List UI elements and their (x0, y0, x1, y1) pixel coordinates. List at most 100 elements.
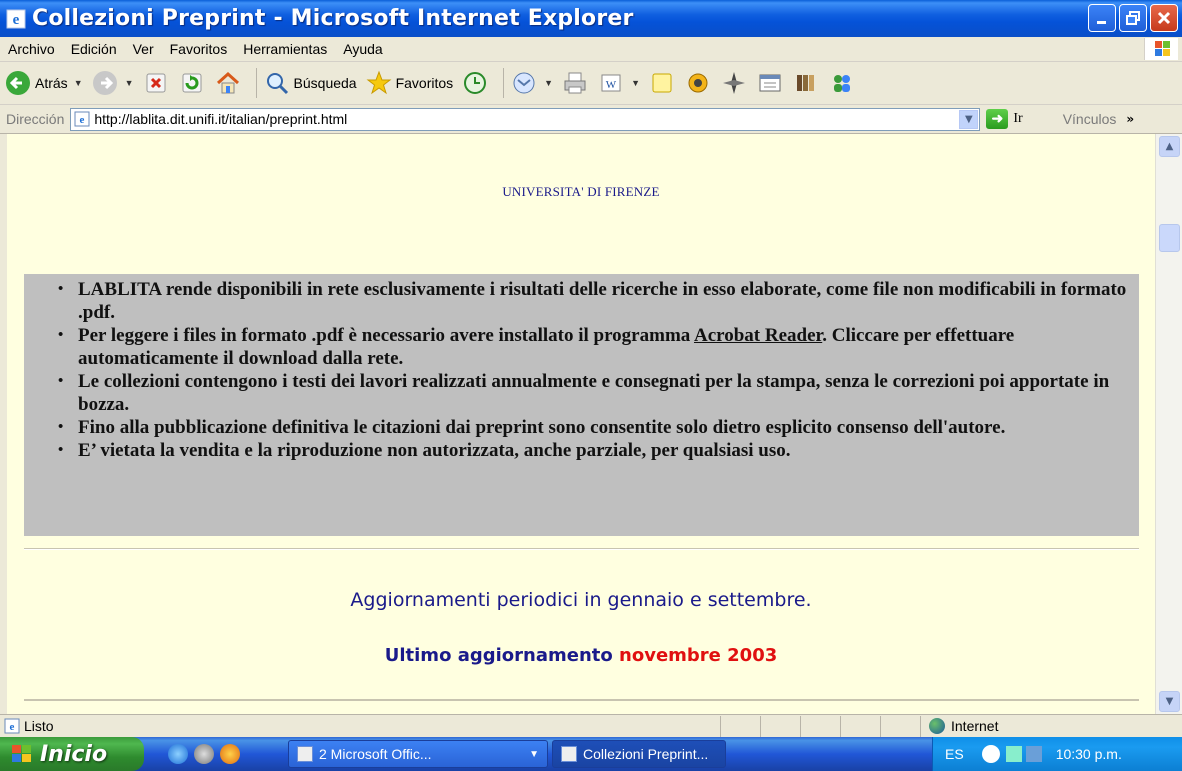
vertical-scrollbar[interactable]: ▲ ▼ (1155, 134, 1182, 714)
address-input[interactable]: e http://lablita.dit.unifi.it/italian/pr… (70, 107, 981, 131)
language-indicator[interactable]: ES (945, 746, 964, 762)
divider (24, 548, 1139, 550)
menu-bar: Archivo Edición Ver Favoritos Herramient… (0, 37, 1182, 62)
address-bar: Dirección e http://lablita.dit.unifi.it/… (0, 105, 1182, 134)
start-button[interactable]: Inicio (0, 737, 144, 771)
address-url: http://lablita.dit.unifi.it/italian/prep… (94, 111, 348, 127)
toolbar-separator (503, 68, 505, 98)
list-item: LABLITA rende disponibili in rete esclus… (58, 278, 1139, 324)
status-cell (760, 715, 800, 737)
status-cell (720, 715, 760, 737)
clock[interactable]: 10:30 p.m. (1056, 746, 1122, 762)
back-button[interactable]: Atrás ▼ (4, 69, 83, 97)
search-button[interactable]: Búsqueda (263, 69, 357, 97)
list-item: E’ vietata la vendita e la riproduzione … (58, 439, 1139, 462)
edit-dropdown-icon[interactable]: ▼ (631, 78, 640, 88)
task-word[interactable]: 2 Microsoft Offic... ▼ (288, 740, 548, 768)
research-button[interactable] (720, 69, 748, 97)
zone-label: Internet (951, 718, 999, 734)
desktop-quicklaunch-icon[interactable] (194, 744, 214, 764)
window-title-bar[interactable]: e Collezioni Preprint - Microsoft Intern… (0, 0, 1182, 37)
mail-icon (513, 72, 535, 94)
go-button[interactable]: ➜ Ir (986, 109, 1023, 129)
print-icon (564, 72, 586, 94)
minimize-icon (1097, 21, 1106, 24)
media-quicklaunch-icon[interactable] (220, 744, 240, 764)
status-text: Listo (24, 718, 54, 734)
scroll-thumb[interactable] (1159, 224, 1180, 252)
refresh-button[interactable] (178, 69, 206, 97)
calendar-icon (759, 74, 781, 92)
maximize-button[interactable] (1119, 4, 1147, 32)
task-group-dropdown-icon: ▼ (529, 748, 539, 760)
minimize-button[interactable] (1088, 4, 1116, 32)
show-hidden-icons-icon[interactable] (981, 745, 1000, 763)
last-update-text: Ultimo aggiornamento novembre 2003 (7, 645, 1155, 666)
mail-dropdown-icon[interactable]: ▼ (544, 78, 553, 88)
messenger-button[interactable] (684, 69, 712, 97)
task-collezioni[interactable]: Collezioni Preprint... (552, 740, 726, 768)
forward-button[interactable]: ▼ (91, 69, 134, 97)
word-edit-icon: W (601, 74, 621, 92)
search-icon (266, 73, 288, 95)
last-update-date: novembre 2003 (619, 645, 778, 666)
history-button[interactable] (461, 69, 489, 97)
home-button[interactable] (214, 69, 242, 97)
ie-page-icon: e (74, 111, 90, 127)
discuss-button[interactable] (648, 69, 676, 97)
notice-list: LABLITA rende disponibili in rete esclus… (24, 274, 1139, 462)
list-item: Fino alla pubblicazione definitiva le ci… (58, 416, 1139, 439)
connection-tray-icon[interactable] (1025, 746, 1042, 762)
start-label: Inicio (40, 741, 108, 767)
contacts-button[interactable] (828, 69, 856, 97)
menu-archivo[interactable]: Archivo (0, 41, 63, 57)
close-button[interactable] (1150, 4, 1178, 32)
books-icon (797, 75, 815, 91)
status-cell (800, 715, 840, 737)
menu-ayuda[interactable]: Ayuda (335, 41, 390, 57)
media-button[interactable] (792, 69, 820, 97)
globe-icon (929, 718, 945, 734)
scroll-down-icon[interactable]: ▼ (1159, 691, 1180, 712)
windows-flag-icon (12, 745, 31, 762)
print-button[interactable] (561, 69, 589, 97)
task-label: 2 Microsoft Offic... (319, 746, 432, 762)
menu-ver[interactable]: Ver (125, 41, 162, 57)
back-dropdown-icon[interactable]: ▼ (74, 78, 83, 88)
taskbar: Inicio 2 Microsoft Offic... ▼ Collezioni… (0, 737, 1182, 771)
periodic-update-text: Aggiornamenti periodici in gennaio e set… (350, 589, 812, 611)
home-icon (216, 71, 239, 94)
notice-text: Per leggere i files in formato .pdf è ne… (78, 325, 694, 346)
links-label[interactable]: Vínculos (1063, 111, 1117, 127)
windows-flag-icon (1155, 41, 1170, 56)
menu-favoritos[interactable]: Favoritos (162, 41, 236, 57)
ie-quicklaunch-icon[interactable] (168, 744, 188, 764)
go-label: Ir (1013, 111, 1023, 126)
internet-explorer-icon: e (6, 9, 26, 28)
chevron-right-icon[interactable]: » (1126, 112, 1134, 126)
scroll-up-icon[interactable]: ▲ (1159, 136, 1180, 157)
back-label: Atrás (35, 75, 68, 91)
mail-button[interactable]: ▼ (510, 69, 553, 97)
forward-dropdown-icon[interactable]: ▼ (125, 78, 134, 88)
menu-edicion[interactable]: Edición (63, 41, 125, 57)
menu-herramientas[interactable]: Herramientas (235, 41, 335, 57)
address-dropdown-icon[interactable]: ▼ (959, 109, 979, 129)
list-item: Le collezioni contengono i testi dei lav… (58, 370, 1139, 416)
acrobat-reader-link[interactable]: Acrobat Reader (694, 325, 822, 346)
edit-button[interactable]: W ▼ (597, 69, 640, 97)
svg-text:W: W (606, 79, 617, 91)
sun-gear-icon (688, 73, 708, 93)
stop-button[interactable] (142, 69, 170, 97)
security-zone[interactable]: Internet (920, 715, 1180, 737)
address-label: Dirección (6, 111, 65, 127)
go-arrow-icon: ➜ (986, 109, 1009, 129)
divider (24, 699, 1139, 701)
network-tray-icon[interactable] (1005, 746, 1022, 762)
favorites-button[interactable]: Favoritos (365, 69, 453, 97)
calendar-button[interactable] (756, 69, 784, 97)
word-icon (297, 746, 313, 762)
last-update-label: Ultimo aggiornamento (384, 645, 613, 666)
svg-text:e: e (13, 12, 20, 28)
people-icon (834, 75, 851, 92)
